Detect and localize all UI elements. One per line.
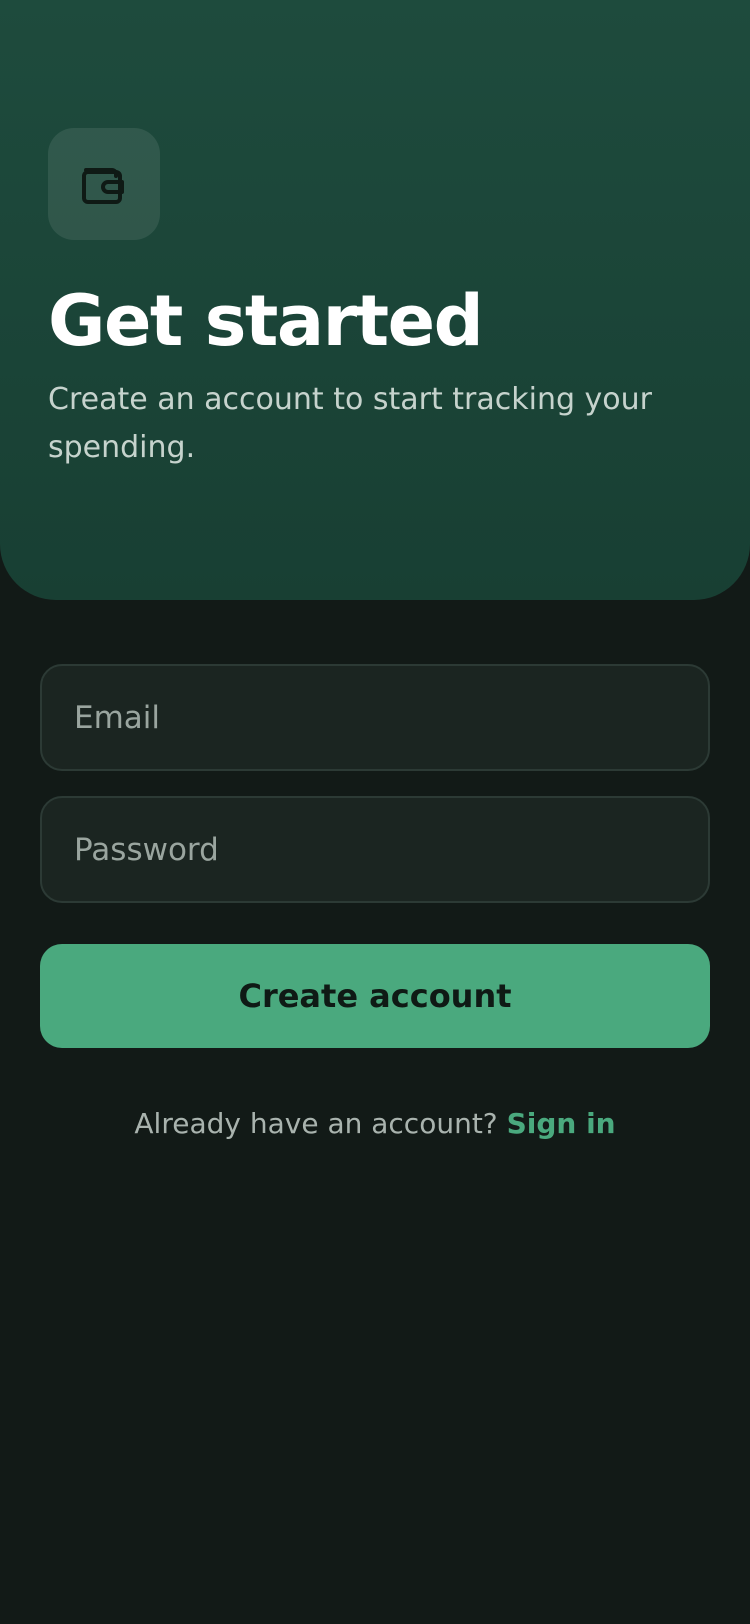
create-account-button[interactable]: Create account: [40, 944, 710, 1048]
signin-prompt-text: Already have an account?: [134, 1107, 498, 1140]
email-field-container: [40, 664, 710, 771]
hero-header: Get started Create an account to start t…: [0, 0, 750, 600]
email-field[interactable]: [42, 666, 708, 769]
page-subtitle: Create an account to start tracking your…: [48, 382, 652, 465]
signin-prompt: Already have an account? Sign in: [0, 1102, 750, 1146]
wallet-icon: [82, 168, 124, 204]
password-field[interactable]: [42, 798, 708, 901]
sign-in-link[interactable]: Sign in: [507, 1107, 616, 1140]
app-logo: [48, 128, 160, 240]
password-field-container: [40, 796, 710, 903]
page-title: Get started: [48, 280, 484, 362]
